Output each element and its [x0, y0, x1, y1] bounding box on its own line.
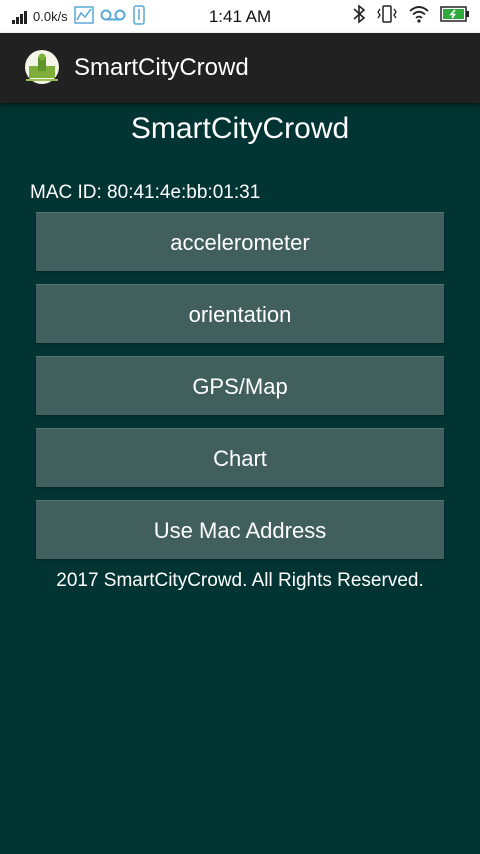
use-mac-address-button[interactable]: Use Mac Address	[36, 500, 444, 559]
status-right	[352, 0, 470, 33]
app-logo-icon	[24, 49, 60, 85]
bluetooth-icon	[352, 4, 366, 29]
mac-id-label: MAC ID: 80:41:4e:bb:01:31	[30, 182, 261, 203]
wifi-icon	[408, 5, 430, 28]
gps-map-button[interactable]: GPS/Map	[36, 356, 444, 415]
accelerometer-button[interactable]: accelerometer	[36, 212, 444, 271]
vibrate-icon	[376, 4, 398, 29]
chart-button[interactable]: Chart	[36, 428, 444, 487]
app-bar-title: SmartCityCrowd	[74, 54, 249, 81]
orientation-button[interactable]: orientation	[36, 284, 444, 343]
page-title: SmartCityCrowd	[130, 112, 350, 145]
footer-copyright: 2017 SmartCityCrowd. All Rights Reserved…	[56, 570, 424, 591]
battery-icon	[440, 6, 470, 27]
app-bar: SmartCityCrowd	[0, 33, 480, 103]
status-bar: 0.0k/s 1:41 AM	[0, 0, 480, 33]
